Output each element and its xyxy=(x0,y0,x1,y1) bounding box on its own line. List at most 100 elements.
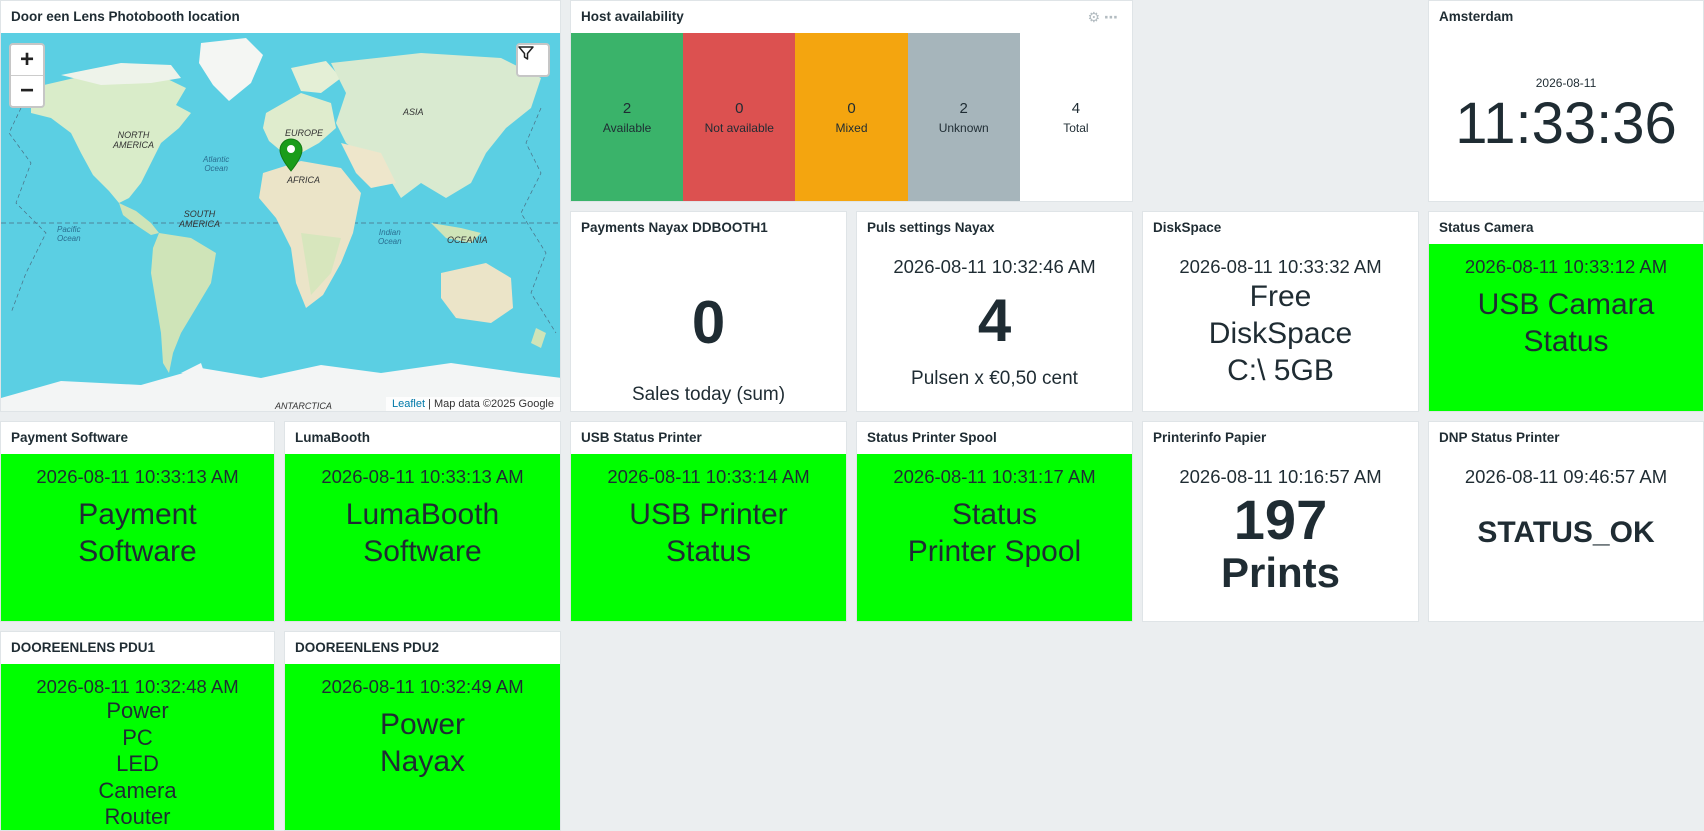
printer-spool-widget: Status Printer Spool 2026-08-11 10:31:17… xyxy=(856,421,1133,622)
count: 4 xyxy=(1071,99,1081,117)
usb-status-printer-widget: USB Status Printer 2026-08-11 10:33:14 A… xyxy=(570,421,847,622)
dnp-status-body: 2026-08-11 09:46:57 AM STATUS_OK xyxy=(1429,454,1703,621)
usb-printer-line-2: Status xyxy=(665,535,752,568)
camera-line-2: Status xyxy=(1523,325,1609,358)
status-camera-widget: Status Camera 2026-08-11 10:33:12 AM USB… xyxy=(1428,211,1704,412)
zoom-in-button[interactable]: + xyxy=(11,45,43,76)
pdu1-widget: DOOREENLENS PDU1 2026-08-11 10:32:48 AM … xyxy=(0,631,275,831)
map-widget: Door een Lens Photobooth location NORTH … xyxy=(0,0,561,412)
label-oceania: OCEANIA xyxy=(447,235,488,245)
map-attribution: Leaflet | Map data ©2025 Google xyxy=(385,397,560,411)
timestamp: 2026-08-11 10:16:57 AM xyxy=(1179,466,1382,487)
puls-caption: Pulsen x €0,50 cent xyxy=(911,368,1078,389)
availability-mixed[interactable]: 0 Mixed xyxy=(795,33,908,201)
pdu1-body: 2026-08-11 10:32:48 AM Power PC LED Came… xyxy=(1,664,274,830)
widget-title: Payments Nayax DDBOOTH1 xyxy=(581,220,768,235)
diskspace-line-1: Free xyxy=(1249,280,1312,313)
lumabooth-body: 2026-08-11 10:33:13 AM LumaBooth Softwar… xyxy=(285,454,560,621)
pdu2-line-1: Power xyxy=(379,708,466,741)
widget-title: Status Printer Spool xyxy=(867,430,997,445)
count: 0 xyxy=(847,99,856,117)
lumabooth-widget: LumaBooth 2026-08-11 10:33:13 AM LumaBoo… xyxy=(284,421,561,622)
pdu1-line-router: Router xyxy=(104,804,171,829)
diskspace-body: 2026-08-11 10:33:32 AM Free DiskSpace C:… xyxy=(1143,244,1418,411)
map-canvas xyxy=(1,38,560,411)
dnp-status-widget: DNP Status Printer 2026-08-11 09:46:57 A… xyxy=(1428,421,1704,622)
count: 2 xyxy=(622,99,632,117)
timestamp: 2026-08-11 10:33:32 AM xyxy=(1179,256,1382,277)
gear-icon[interactable]: ⚙ xyxy=(1087,9,1104,25)
pdu2-line-2: Nayax xyxy=(379,745,466,778)
label: Not available xyxy=(704,120,774,135)
spool-line-1: Status xyxy=(951,498,1038,531)
widget-title: USB Status Printer xyxy=(581,430,702,445)
availability-available[interactable]: 2 Available xyxy=(571,33,684,201)
payment-software-widget: Payment Software 2026-08-11 10:33:13 AM … xyxy=(0,421,275,622)
timestamp: 2026-08-11 10:32:46 AM xyxy=(893,256,1096,277)
world-map[interactable]: NORTH AMERICA SOUTH AMERICA EUROPE AFRIC… xyxy=(1,33,560,411)
camera-line-1: USB Camara xyxy=(1477,288,1655,321)
availability-grid: 2 Available 0 Not available 0 Mixed 2 Unknow… xyxy=(571,33,1132,201)
usb-printer-body: 2026-08-11 10:33:14 AM USB Printer Statu… xyxy=(571,454,846,621)
puls-settings-widget: Puls settings Nayax 2026-08-11 10:32:46 … xyxy=(856,211,1133,412)
widget-title: DiskSpace xyxy=(1153,220,1222,235)
widget-title: DOOREENLENS PDU1 xyxy=(11,640,156,655)
clock-body: 2026-08-11 11:33:36 xyxy=(1429,33,1703,201)
timestamp: 2026-08-11 10:33:14 AM xyxy=(607,466,810,487)
widget-title: Host availability ⚙⋯ xyxy=(571,1,1132,33)
payment-software-body: 2026-08-11 10:33:13 AM Payment Software xyxy=(1,454,274,621)
clock-widget: Amsterdam 2026-08-11 11:33:36 xyxy=(1428,0,1704,202)
label: Unknown xyxy=(938,120,989,135)
widget-title: DOOREENLENS PDU2 xyxy=(295,640,440,655)
puls-value: 4 xyxy=(977,287,1012,354)
label-pacific: Pacific Ocean xyxy=(57,225,81,243)
widget-header-actions: ⚙⋯ xyxy=(1087,1,1122,33)
pdu1-line-power: Power xyxy=(106,698,169,723)
leaflet-link[interactable]: Leaflet xyxy=(392,398,425,410)
filter-icon xyxy=(518,46,534,60)
payments-body: 0 Sales today (sum) xyxy=(571,244,846,411)
widget-title-text: Host availability xyxy=(581,9,684,24)
count: 0 xyxy=(735,99,744,117)
label: Total xyxy=(1063,120,1089,135)
zoom-control: + − xyxy=(9,43,45,108)
widget-title: Printerinfo Papier xyxy=(1153,430,1267,445)
availability-unknown[interactable]: 2 Unknown xyxy=(907,33,1020,201)
timestamp: 2026-08-11 09:46:57 AM xyxy=(1464,466,1668,487)
zoom-out-button[interactable]: − xyxy=(11,76,43,106)
label-south-america: SOUTH AMERICA xyxy=(179,209,221,229)
widget-title: Amsterdam xyxy=(1439,9,1514,24)
pdu1-line-camera: Camera xyxy=(98,777,177,803)
availability-total[interactable]: 4 Total xyxy=(1019,33,1132,201)
lumabooth-line-2: Software xyxy=(363,535,482,568)
print-caption: Prints xyxy=(1220,549,1341,596)
payment-software-line-1: Payment xyxy=(78,498,197,531)
label: Mixed xyxy=(835,120,868,135)
count: 2 xyxy=(959,99,968,117)
pdu2-widget: DOOREENLENS PDU2 2026-08-11 10:32:49 AM … xyxy=(284,631,561,831)
filter-button[interactable] xyxy=(516,43,550,77)
spool-line-2: Printer Spool xyxy=(907,535,1082,568)
lumabooth-line-1: LumaBooth xyxy=(345,498,500,531)
widget-title: DNP Status Printer xyxy=(1439,430,1560,445)
label-asia: ASIA xyxy=(403,107,424,117)
pdu1-line-led: LED xyxy=(116,751,159,776)
status-camera-body: 2026-08-11 10:33:12 AM USB Camara Status xyxy=(1429,244,1703,411)
puls-body: 2026-08-11 10:32:46 AM 4 Pulsen x €0,50 … xyxy=(857,244,1132,411)
printerinfo-widget: Printerinfo Papier 2026-08-11 10:16:57 A… xyxy=(1142,421,1419,622)
host-availability-widget: Host availability ⚙⋯ 2 Available 0 Not ava… xyxy=(570,0,1133,202)
timestamp: 2026-08-11 10:31:17 AM xyxy=(893,466,1096,487)
label: Available xyxy=(602,120,652,135)
label-antarctica: ANTARCTICA xyxy=(275,401,332,411)
pdu2-body: 2026-08-11 10:32:49 AM Power Nayax xyxy=(285,664,560,830)
label-atlantic: Atlantic Ocean xyxy=(203,155,230,173)
attribution-text: | Map data ©2025 Google xyxy=(425,398,554,410)
timestamp: 2026-08-11 10:33:13 AM xyxy=(36,466,239,487)
payments-caption: Sales today (sum) xyxy=(631,384,786,405)
widget-title: Status Camera xyxy=(1439,220,1534,235)
label-north-america: NORTH AMERICA xyxy=(113,130,155,150)
widget-title: Puls settings Nayax xyxy=(867,220,995,235)
more-options-icon[interactable]: ⋯ xyxy=(1104,9,1122,25)
availability-not-available[interactable]: 0 Not available xyxy=(683,33,796,201)
diskspace-widget: DiskSpace 2026-08-11 10:33:32 AM Free Di… xyxy=(1142,211,1419,412)
